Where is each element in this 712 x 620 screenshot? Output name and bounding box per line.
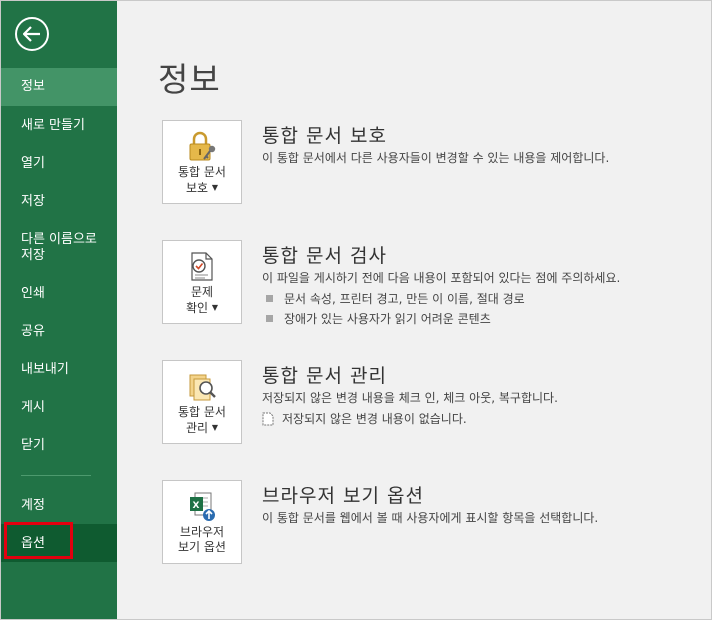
browser-view-options-title: 브라우저 보기 옵션 <box>262 485 424 507</box>
inspect-bullet-text: 장애가 있는 사용자가 읽기 어려운 콘텐츠 <box>284 312 491 326</box>
browser-view-options-button[interactable]: X 브라우저 보기 옵션 <box>162 480 242 564</box>
nav-account-label: 계정 <box>21 498 45 513</box>
nav-new[interactable]: 새로 만들기 <box>1 118 117 134</box>
nav-open-label: 열기 <box>21 156 45 171</box>
manage-workbook-button[interactable]: 통합 문서 관리 ▼ <box>162 360 242 444</box>
nav-info-label: 정보 <box>21 79 45 94</box>
nav-share[interactable]: 공유 <box>1 324 117 340</box>
nav-close[interactable]: 닫기 <box>1 438 117 454</box>
protect-workbook-desc: 이 통합 문서에서 다른 사용자들이 변경할 수 있는 내용을 제어합니다. <box>262 151 610 165</box>
nav-print[interactable]: 인쇄 <box>1 286 117 302</box>
backstage-main: 정보 통합 문서 보호 ▼ 통합 문서 보호 이 통합 문서에서 다른 사용자들… <box>117 1 711 619</box>
nav-share-label: 공유 <box>21 324 45 339</box>
nav-account[interactable]: 계정 <box>1 498 117 514</box>
document-icon <box>262 412 274 425</box>
dropdown-caret-icon: ▼ <box>211 183 219 192</box>
nav-divider <box>21 475 91 476</box>
nav-new-label: 새로 만들기 <box>21 118 85 133</box>
inspect-bullet: 문서 속성, 프린터 경고, 만든 이 이름, 절대 경로 <box>266 290 525 307</box>
bullet-square-icon <box>266 315 273 322</box>
nav-publish[interactable]: 게시 <box>1 400 117 416</box>
browser-view-options-label-line2: 보기 옵션 <box>178 540 226 554</box>
protect-workbook-button[interactable]: 통합 문서 보호 ▼ <box>162 120 242 204</box>
protect-workbook-label: 통합 문서 보호 ▼ <box>178 165 226 196</box>
bullet-square-icon <box>266 295 273 302</box>
lock-key-icon <box>189 131 216 161</box>
dropdown-caret-icon: ▼ <box>211 423 219 432</box>
inspect-bullet: 장애가 있는 사용자가 읽기 어려운 콘텐츠 <box>266 310 491 327</box>
manage-workbook-label-line2: 관리 <box>185 421 209 435</box>
page-title: 정보 <box>158 60 221 99</box>
inspect-workbook-desc: 이 파일을 게시하기 전에 다음 내용이 포함되어 있다는 점에 주의하세요. <box>262 271 621 285</box>
nav-info[interactable]: 정보 <box>1 68 117 106</box>
inspect-document-icon <box>191 252 213 281</box>
nav-save-as[interactable]: 다른 이름으로 저장 <box>1 232 117 264</box>
nav-save[interactable]: 저장 <box>1 194 117 210</box>
inspect-workbook-title: 통합 문서 검사 <box>262 245 387 267</box>
nav-save-label: 저장 <box>21 194 45 209</box>
nav-print-label: 인쇄 <box>21 286 45 301</box>
browser-view-options-label-line1: 브라우저 <box>179 525 225 539</box>
nav-export-label: 내보내기 <box>21 362 69 377</box>
check-for-issues-label-line2: 확인 <box>185 301 209 315</box>
manage-workbook-title: 통합 문서 관리 <box>262 365 387 387</box>
manage-workbook-icon <box>189 374 216 401</box>
nav-close-label: 닫기 <box>21 438 45 453</box>
manage-workbook-desc: 저장되지 않은 변경 내용을 체크 인, 체크 아웃, 복구합니다. <box>262 391 558 405</box>
manage-workbook-label-line1: 통합 문서 <box>178 405 226 419</box>
manage-workbook-label: 통합 문서 관리 ▼ <box>178 405 226 436</box>
back-button[interactable] <box>15 17 49 51</box>
arrow-left-icon <box>23 26 40 42</box>
options-highlight-box <box>4 522 73 559</box>
nav-export[interactable]: 내보내기 <box>1 362 117 378</box>
browser-view-options-label: 브라우저 보기 옵션 <box>178 525 226 555</box>
check-for-issues-label-line1: 문제 <box>190 285 214 299</box>
check-for-issues-button[interactable]: 문제 확인 ▼ <box>162 240 242 324</box>
svg-text:X: X <box>193 501 200 511</box>
inspect-bullet-text: 문서 속성, 프린터 경고, 만든 이 이름, 절대 경로 <box>284 292 525 306</box>
excel-browser-icon: X <box>190 492 215 521</box>
check-for-issues-label: 문제 확인 ▼ <box>186 285 218 316</box>
nav-open[interactable]: 열기 <box>1 156 117 172</box>
browser-view-options-desc: 이 통합 문서를 웹에서 볼 때 사용자에게 표시할 항목을 선택합니다. <box>262 511 599 525</box>
protect-workbook-label-line2: 보호 <box>185 181 209 195</box>
manage-note-text: 저장되지 않은 변경 내용이 없습니다. <box>282 412 467 426</box>
nav-save-as-label-line2: 저장 <box>21 248 45 263</box>
nav-save-as-label-line1: 다른 이름으로 <box>21 232 97 247</box>
protect-workbook-label-line1: 통합 문서 <box>178 165 226 179</box>
manage-note: 저장되지 않은 변경 내용이 없습니다. <box>262 410 467 427</box>
dropdown-caret-icon: ▼ <box>211 303 219 312</box>
protect-workbook-title: 통합 문서 보호 <box>262 125 387 147</box>
nav-publish-label: 게시 <box>21 400 45 415</box>
